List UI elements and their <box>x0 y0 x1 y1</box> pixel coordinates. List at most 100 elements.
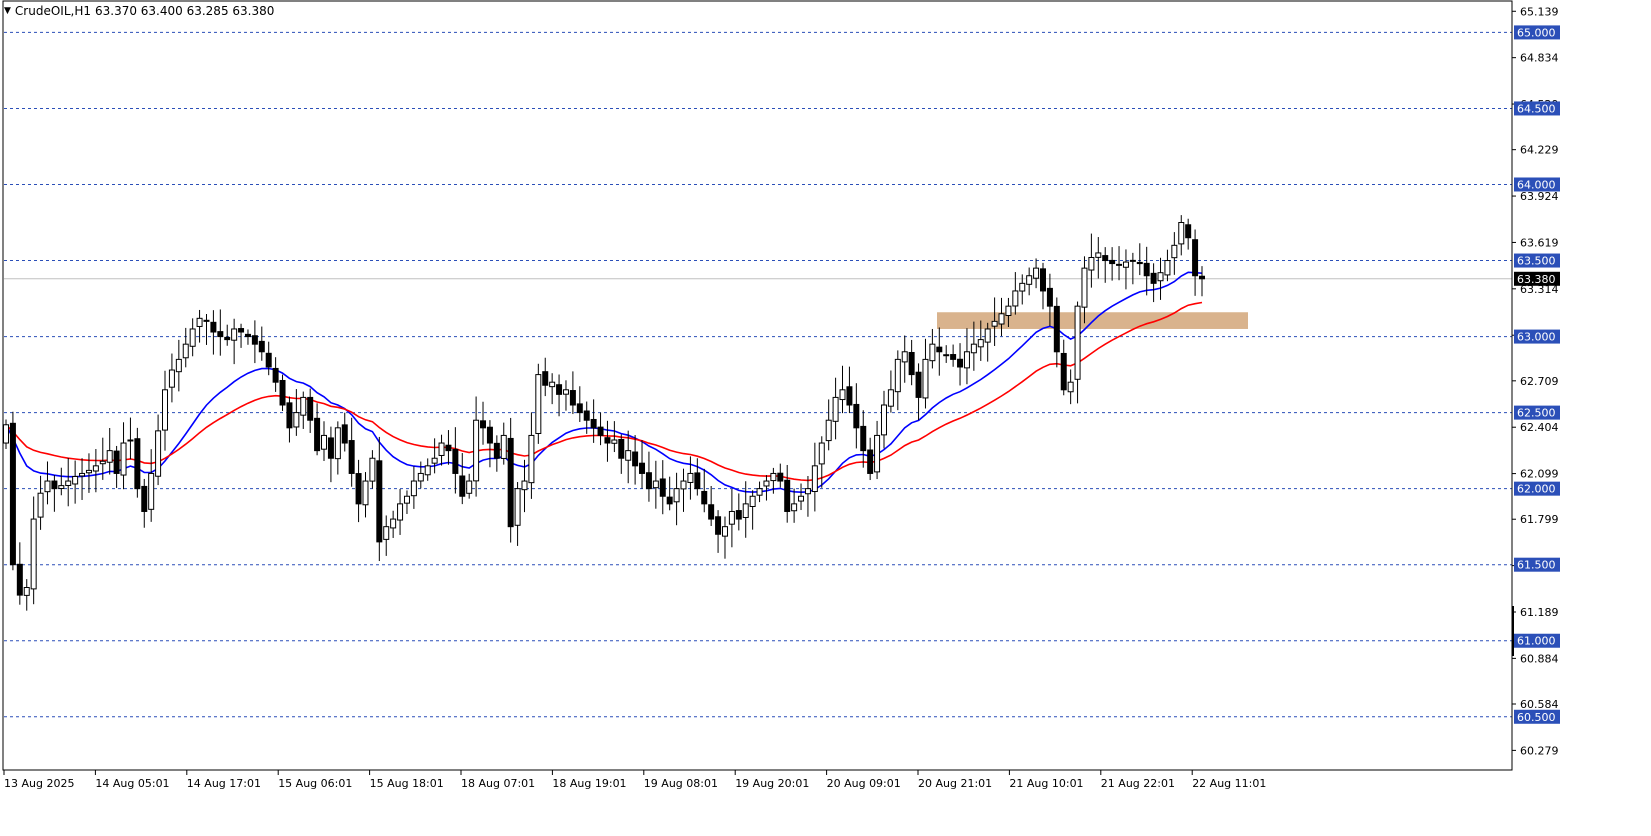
candle <box>991 297 998 346</box>
candle <box>251 320 258 364</box>
horizontal-levels-layer <box>4 31 1512 718</box>
candle-body <box>528 434 535 484</box>
candle-body <box>72 475 79 485</box>
candle <box>362 472 369 518</box>
candle-body <box>334 427 341 460</box>
candle <box>874 420 881 480</box>
candle <box>950 344 957 367</box>
candle-body <box>549 381 556 388</box>
candle-body <box>521 480 528 491</box>
candle-body <box>618 438 625 459</box>
candle <box>438 434 445 466</box>
candle <box>182 327 189 368</box>
candle-body <box>258 340 265 353</box>
candle-body <box>1026 275 1033 285</box>
candle <box>1026 267 1033 296</box>
candle-body <box>991 320 998 327</box>
y-tick-label: 63.619 <box>1520 236 1559 249</box>
candle <box>85 453 92 493</box>
candle-body <box>148 472 155 510</box>
candle-body <box>1095 252 1102 258</box>
candle-body <box>908 351 915 376</box>
candle-body <box>99 460 106 465</box>
candle <box>244 329 251 345</box>
candle <box>832 377 839 440</box>
candle-body <box>894 358 901 393</box>
candle-body <box>784 479 791 512</box>
candle-body <box>341 424 348 444</box>
candle <box>127 417 134 460</box>
candle-body <box>1039 268 1046 292</box>
candle <box>777 463 784 488</box>
candle-body <box>369 457 376 482</box>
candle-body <box>424 465 431 476</box>
candle <box>341 412 348 452</box>
candle-body <box>611 439 618 444</box>
level-label: 61.500 <box>1517 559 1556 572</box>
candle <box>1150 263 1157 303</box>
level-label: 62.500 <box>1517 407 1556 420</box>
candle-body <box>231 328 238 341</box>
candle <box>1129 252 1136 285</box>
candle-body <box>846 386 853 406</box>
candle-body <box>445 444 452 452</box>
candle-body <box>839 389 846 401</box>
candle-body <box>1178 222 1185 245</box>
candle-body <box>1005 305 1012 316</box>
x-tick-label: 13 Aug 2025 <box>4 777 74 790</box>
candle-body <box>1046 287 1053 307</box>
candle-body <box>687 472 694 483</box>
candle <box>853 383 860 449</box>
candle <box>562 380 569 411</box>
candle-body <box>486 426 493 444</box>
candle-body <box>37 492 44 518</box>
axes-layer: 65.13964.83464.52964.22963.92463.61963.3… <box>2 0 1560 790</box>
candle <box>1102 247 1109 283</box>
candle-body <box>749 495 756 507</box>
candle-body <box>1185 224 1192 239</box>
candle-body <box>666 496 673 505</box>
candle-body <box>452 448 459 474</box>
level-label: 65.000 <box>1517 26 1556 39</box>
candle-body <box>120 442 127 476</box>
candle-body <box>583 410 590 421</box>
candle <box>196 309 203 343</box>
x-tick-label: 18 Aug 07:01 <box>461 777 535 790</box>
candle <box>618 434 625 474</box>
level-label: 61.000 <box>1517 635 1556 648</box>
candle <box>272 357 279 392</box>
candle-body <box>562 389 569 395</box>
candle <box>880 390 887 449</box>
x-tick-label: 19 Aug 20:01 <box>735 777 809 790</box>
candle-body <box>680 480 687 490</box>
candle <box>659 460 666 515</box>
candle <box>480 401 487 445</box>
candle <box>680 468 687 512</box>
candle <box>1067 369 1074 405</box>
candle-body <box>604 437 611 444</box>
y-tick-label: 64.834 <box>1520 52 1559 65</box>
candle <box>728 489 735 548</box>
candle-body <box>963 351 970 369</box>
candle-body <box>390 518 397 529</box>
price-chart[interactable]: 65.13964.83464.52964.22963.92463.61963.3… <box>0 0 1651 836</box>
candle <box>16 542 23 605</box>
candle <box>528 412 535 499</box>
candle <box>521 459 528 513</box>
candle <box>556 374 563 417</box>
candle-body <box>286 402 293 429</box>
candle-body <box>901 351 908 363</box>
candle <box>72 460 79 504</box>
candle <box>1143 246 1150 296</box>
candle <box>390 510 397 538</box>
y-tick-label: 61.799 <box>1520 513 1559 526</box>
candle <box>376 436 383 562</box>
candle-body <box>1067 381 1074 393</box>
candle-body <box>922 358 929 399</box>
candle <box>203 313 210 345</box>
candle <box>1192 229 1199 296</box>
candle <box>334 421 341 475</box>
candle-body <box>721 526 728 537</box>
candle <box>811 442 818 512</box>
candle <box>867 437 874 481</box>
